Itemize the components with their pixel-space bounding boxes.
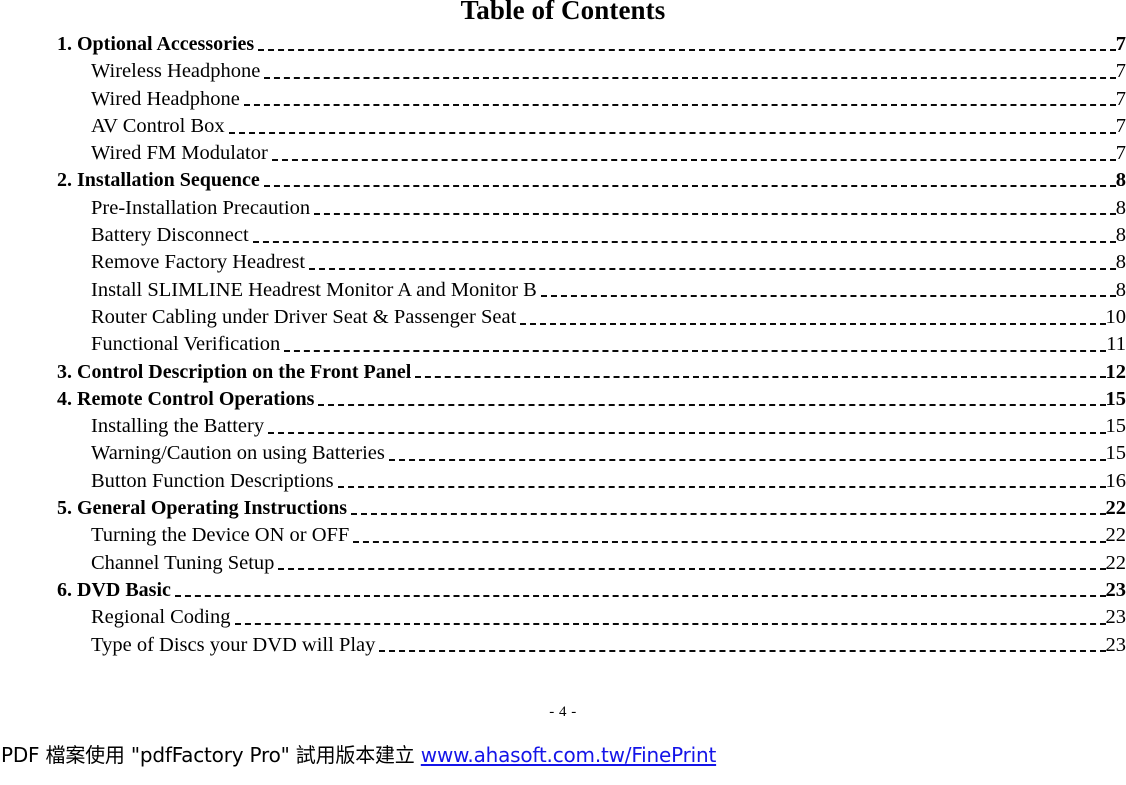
- toc-entry-label: Warning/Caution on using Batteries: [91, 442, 385, 465]
- page-title: Table of Contents: [460, 0, 666, 25]
- toc-dot-leader: [174, 594, 1106, 597]
- toc-entry-label: Wireless Headphone: [91, 60, 261, 83]
- toc-dot-leader: [353, 540, 1106, 543]
- toc-entry-label: 5. General Operating Instructions: [57, 497, 347, 520]
- toc-entry-label: Router Cabling under Driver Seat & Passe…: [91, 305, 517, 328]
- toc-entry[interactable]: Router Cabling under Driver Seat & Passe…: [0, 304, 1126, 331]
- toc-entry-label: Pre-Installation Precaution: [91, 196, 311, 219]
- toc-entry-label: Type of Discs your DVD will Play: [91, 633, 376, 656]
- toc-dot-leader: [314, 213, 1116, 216]
- toc-entry-page-number: 7: [1115, 60, 1126, 83]
- toc-entry-label: Regional Coding: [91, 606, 231, 629]
- toc-entry-page-number: 15: [1105, 387, 1126, 410]
- toc-dot-leader: [388, 459, 1106, 462]
- toc-entry[interactable]: Turning the Device ON or OFF 22: [0, 522, 1126, 549]
- toc-entry[interactable]: Regional Coding 23: [0, 604, 1126, 631]
- toc-entry-page-number: 23: [1105, 633, 1126, 656]
- toc-entry-label: Wired FM Modulator: [91, 142, 268, 165]
- toc-dot-leader: [234, 622, 1106, 625]
- toc-entry-label: Functional Verification: [91, 333, 281, 356]
- toc-entry-label: Turning the Device ON or OFF: [91, 524, 350, 547]
- toc-dot-leader: [258, 48, 1116, 51]
- toc-dot-leader: [263, 185, 1116, 188]
- pdf-watermark-link[interactable]: www.ahasoft.com.tw/FinePrint: [421, 743, 717, 767]
- toc-dot-leader: [284, 349, 1107, 352]
- toc-entry[interactable]: 6. DVD Basic 23: [0, 577, 1126, 604]
- toc-entry[interactable]: Type of Discs your DVD will Play 23: [0, 632, 1126, 659]
- toc-dot-leader: [264, 76, 1116, 79]
- toc-dot-leader: [252, 240, 1116, 243]
- toc-entry-page-number: 8: [1115, 278, 1126, 301]
- toc-entry[interactable]: 4. Remote Control Operations 15: [0, 386, 1126, 413]
- toc-dot-leader: [268, 431, 1106, 434]
- toc-entry-label: Wired Headphone: [91, 87, 240, 110]
- toc-entry-page-number: 15: [1105, 415, 1126, 438]
- toc-entry-page-number: 12: [1105, 360, 1126, 383]
- toc-entry[interactable]: AV Control Box 7: [0, 113, 1126, 140]
- toc-entry-page-number: 22: [1105, 497, 1126, 520]
- toc-entry-page-number: 7: [1115, 33, 1126, 55]
- toc-entry-label: Button Function Descriptions: [91, 469, 334, 492]
- toc-dot-leader: [337, 486, 1106, 489]
- toc-entry-label: Channel Tuning Setup: [91, 551, 275, 574]
- toc-dot-leader: [540, 295, 1116, 298]
- toc-entry[interactable]: Warning/Caution on using Batteries 15: [0, 440, 1126, 467]
- toc-entry-label: Battery Disconnect: [91, 224, 249, 247]
- toc-entry-label: Install SLIMLINE Headrest Monitor A and …: [91, 278, 537, 301]
- toc-entry-page-number: 10: [1105, 305, 1126, 328]
- toc-entry-page-number: 8: [1115, 196, 1126, 219]
- toc-entry-page-number: 7: [1115, 114, 1126, 137]
- toc-entry-page-number: 11: [1106, 333, 1126, 356]
- toc-entry-label: 6. DVD Basic: [57, 578, 171, 601]
- toc-entry-page-number: 7: [1115, 142, 1126, 165]
- toc-dot-leader: [379, 650, 1106, 653]
- page-folio: - 4 -: [549, 704, 577, 720]
- toc-entry-page-number: 15: [1105, 442, 1126, 465]
- toc-entry-label: 2. Installation Sequence: [57, 169, 260, 192]
- toc-dot-leader: [278, 568, 1106, 571]
- toc-entry[interactable]: Wireless Headphone 7: [0, 58, 1126, 85]
- toc-entry[interactable]: Wired FM Modulator 7: [0, 140, 1126, 167]
- toc-entry[interactable]: Functional Verification 11: [0, 331, 1126, 358]
- toc-entry-page-number: 16: [1105, 469, 1126, 492]
- toc-dot-leader: [228, 131, 1116, 134]
- toc-entry[interactable]: Remove Factory Headrest 8: [0, 249, 1126, 276]
- toc-dot-leader: [243, 104, 1116, 107]
- table-of-contents: 1. Optional Accessories 7 Wireless Headpho…: [0, 31, 1126, 659]
- toc-entry-page-number: 23: [1105, 606, 1126, 629]
- toc-entry[interactable]: 1. Optional Accessories 7: [0, 31, 1126, 58]
- toc-entry[interactable]: Wired Headphone 7: [0, 86, 1126, 113]
- toc-entry-label: 1. Optional Accessories: [57, 33, 255, 55]
- toc-entry[interactable]: 2. Installation Sequence 8: [0, 167, 1126, 194]
- toc-entry-label: AV Control Box: [91, 114, 225, 137]
- toc-entry[interactable]: Channel Tuning Setup 22: [0, 550, 1126, 577]
- toc-entry-page-number: 8: [1115, 224, 1126, 247]
- toc-dot-leader: [415, 376, 1106, 379]
- toc-dot-leader: [520, 322, 1106, 325]
- toc-entry-label: Remove Factory Headrest: [91, 251, 306, 274]
- toc-entry-label: 4. Remote Control Operations: [57, 387, 315, 410]
- toc-entry-page-number: 22: [1105, 524, 1126, 547]
- toc-dot-leader: [271, 158, 1116, 161]
- toc-entry-label: 3. Control Description on the Front Pane…: [57, 360, 412, 383]
- toc-entry-page-number: 7: [1115, 87, 1126, 110]
- toc-entry[interactable]: Pre-Installation Precaution 8: [0, 195, 1126, 222]
- toc-entry[interactable]: Installing the Battery 15: [0, 413, 1126, 440]
- toc-entry[interactable]: 5. General Operating Instructions 22: [0, 495, 1126, 522]
- pdf-watermark: PDF 檔案使用 "pdfFactory Pro" 試用版本建立 www.aha…: [1, 741, 1125, 769]
- toc-entry[interactable]: 3. Control Description on the Front Pane…: [0, 359, 1126, 386]
- toc-dot-leader: [309, 268, 1116, 271]
- pdf-watermark-text: PDF 檔案使用 "pdfFactory Pro" 試用版本建立: [1, 743, 421, 767]
- toc-entry[interactable]: Install SLIMLINE Headrest Monitor A and …: [0, 277, 1126, 304]
- toc-entry-page-number: 23: [1105, 578, 1126, 601]
- toc-entry-page-number: 8: [1115, 251, 1126, 274]
- toc-entry-page-number: 8: [1115, 169, 1126, 192]
- toc-dot-leader: [351, 512, 1106, 515]
- toc-entry[interactable]: Button Function Descriptions 16: [0, 468, 1126, 495]
- toc-entry-page-number: 22: [1105, 551, 1126, 574]
- toc-dot-leader: [318, 403, 1106, 406]
- toc-entry[interactable]: Battery Disconnect 8: [0, 222, 1126, 249]
- toc-entry-label: Installing the Battery: [91, 415, 265, 438]
